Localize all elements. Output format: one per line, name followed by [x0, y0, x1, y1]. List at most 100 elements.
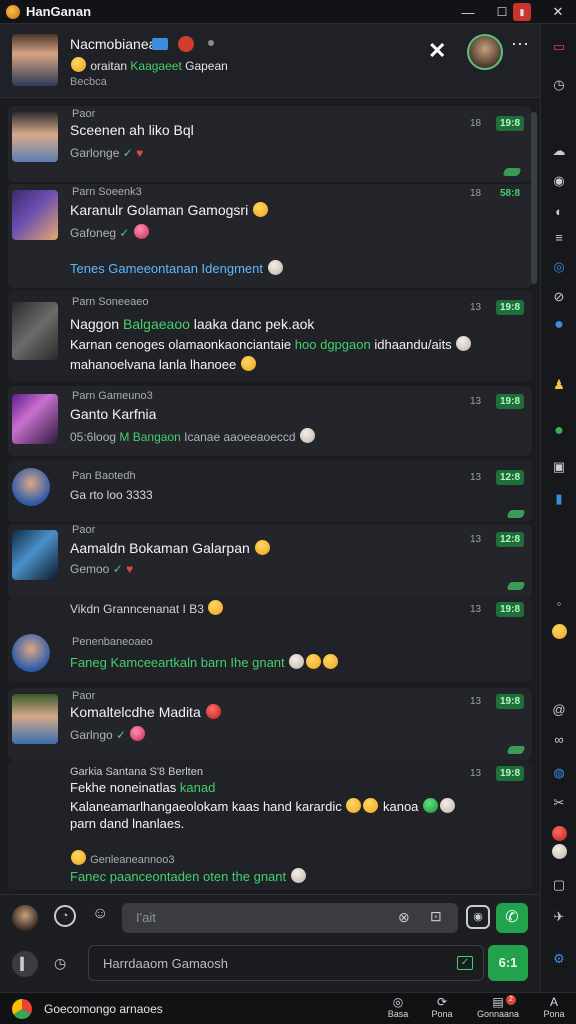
message-item[interactable]: Parn Gameuno3 Ganto Karfnia 05:6loog M B…	[8, 386, 532, 456]
message-item[interactable]: Garkia Santana S'8 Berlten Fekhe noneina…	[8, 760, 532, 890]
message-time: 13	[470, 696, 482, 707]
pin-icon[interactable]: ▮	[513, 3, 531, 21]
header-name: Nacmobianean	[70, 36, 165, 52]
moon-icon[interactable]: ◐	[550, 202, 568, 220]
message-item[interactable]: Parn Soeenk3 Karanulr Golaman Gamogsri G…	[8, 184, 532, 288]
header-avatar[interactable]	[12, 34, 58, 86]
message-sub: Genleaneannoo3	[90, 854, 175, 866]
mic-icon[interactable]: ▍	[12, 951, 38, 977]
more-icon[interactable]: ⋯	[511, 34, 529, 55]
message-text: Sceenen ah liko Bql	[70, 122, 194, 138]
bars-icon[interactable]: ▮	[550, 490, 568, 508]
font-icon: A	[549, 995, 558, 1009]
message-item[interactable]: Paor Aamaldn Bokaman Galarpan Gemoo ✓ ♥ …	[8, 524, 532, 598]
timer-icon[interactable]: ◷	[550, 76, 568, 94]
sticker-icon[interactable]: ◔	[54, 905, 76, 927]
emoji-icon	[71, 57, 86, 72]
mention-icon[interactable]: @	[550, 700, 568, 718]
sender-avatar[interactable]	[12, 190, 58, 240]
compass-icon[interactable]: ●	[550, 316, 568, 334]
screen-icon[interactable]: ▭	[550, 38, 568, 56]
sender-label: Pan Baotedh	[72, 470, 136, 482]
record-icon[interactable]: ◦	[550, 594, 568, 612]
sender-avatar[interactable]	[12, 530, 58, 580]
message-input[interactable]: I'ait ⊗ ⊡	[122, 903, 458, 933]
browser-icon[interactable]	[12, 999, 32, 1019]
message-time: 18	[470, 118, 482, 129]
voice-button[interactable]: ✆	[496, 903, 528, 933]
tab-gonnaana[interactable]: ▤ Gonnaana 2	[474, 995, 522, 1019]
sender-avatar[interactable]	[12, 394, 58, 444]
game-icon[interactable]: ●	[550, 422, 568, 440]
ball-icon[interactable]	[550, 842, 568, 860]
smile-icon[interactable]	[550, 622, 568, 640]
plane-icon[interactable]: ✈	[550, 908, 568, 926]
people-icon[interactable]: ♟	[550, 376, 568, 394]
message-badge: 12:8	[496, 532, 525, 547]
maximize-button[interactable]: ☐	[488, 0, 516, 24]
tab-pona[interactable]: ⟳ Pona	[428, 995, 456, 1019]
message-text: Komaltelcdhe Madita	[70, 704, 201, 720]
sender-label: Parn Gameuno3	[72, 390, 153, 402]
header-subtitle-green: Kaagaeet	[130, 59, 182, 73]
timer-icon[interactable]: ◷	[54, 955, 66, 972]
my-avatar[interactable]	[12, 905, 38, 931]
read-tick-icon	[502, 168, 522, 176]
header-subtitle: oraitan	[90, 59, 128, 73]
link-icon[interactable]: ⊘	[550, 288, 568, 306]
taskbar-app-label[interactable]: Goecomongo arnaoes	[44, 1002, 163, 1016]
contact-avatar[interactable]	[467, 34, 503, 70]
app-icon	[6, 4, 20, 19]
message-line: Fekhe noneinatlas	[70, 780, 177, 795]
frame-icon[interactable]: ▢	[550, 876, 568, 894]
send-button[interactable]: 6:1	[488, 945, 528, 981]
sender-label-2: Penenbaneoaeo	[72, 636, 153, 648]
tab-label: Basa	[387, 1009, 409, 1019]
message-badge: 58:8	[500, 188, 521, 199]
attach-icon[interactable]: ⊡	[430, 908, 442, 925]
gif-icon[interactable]: ☺	[92, 905, 108, 923]
close-icon[interactable]: ✕	[428, 38, 446, 64]
camera-icon[interactable]: ◉	[466, 905, 490, 929]
settings-icon[interactable]: ⚙	[550, 950, 568, 968]
message-note: Faneg Kamceeartkaln barn Ihe gnant	[70, 655, 285, 670]
mention-icon[interactable]: ⊗	[398, 909, 410, 926]
notification-badge: 2	[506, 995, 516, 1005]
earth-icon[interactable]: ◍	[550, 764, 568, 782]
check-icon[interactable]: ✓	[457, 956, 473, 970]
sender-avatar[interactable]	[12, 468, 50, 506]
cloud-icon[interactable]: ☁	[550, 142, 568, 160]
message-item[interactable]: Vikdn Granncenanat I B3 Penenbaneoaeo Fa…	[8, 598, 532, 682]
sender-avatar[interactable]	[12, 634, 50, 672]
minimize-button[interactable]: —	[454, 0, 482, 24]
refresh-icon: ⟳	[436, 995, 448, 1009]
sticker-icon[interactable]	[550, 824, 568, 842]
reply-input[interactable]: Harrdaaom Gamaosh ✓	[88, 945, 484, 981]
sender-avatar[interactable]	[12, 112, 58, 162]
message-item[interactable]: Paor Komaltelcdhe Madita Garlngo ✓ 13 19…	[8, 688, 532, 760]
scissors-icon[interactable]: ✂	[550, 794, 568, 812]
header-status: Becbca	[70, 76, 107, 88]
dots-icon[interactable]: ∞	[550, 730, 568, 748]
emoji-icon	[267, 260, 283, 275]
globe-icon[interactable]: ◉	[550, 172, 568, 190]
tab-basa[interactable]: ◎ Basa	[384, 995, 412, 1019]
sender-label: Parn Soeenk3	[72, 186, 142, 198]
message-item[interactable]: Parn Soneeaeo Naggon Balgaeaoo laaka dan…	[8, 290, 532, 382]
menu-icon[interactable]: ≡	[550, 228, 568, 246]
tab-pona-2[interactable]: A Pona	[540, 995, 568, 1019]
message-badge: 19:8	[496, 116, 525, 131]
scrollbar[interactable]	[531, 112, 537, 284]
dot-icon	[208, 40, 214, 46]
message-item[interactable]: Paor Sceenen ah liko Bql Garlonge ✓ ♥ 18…	[8, 106, 532, 182]
sender-avatar[interactable]	[12, 694, 58, 744]
circle-icon[interactable]: ◎	[550, 258, 568, 276]
message-item[interactable]: Pan Baotedh Ga rto loo 3333 13 12:8	[8, 460, 532, 522]
message-note: Tenes Gameeontanan Idengment	[70, 261, 263, 276]
close-window-button[interactable]: ✕	[544, 0, 572, 24]
message-text: Karanulr Golaman Gamogsri	[70, 202, 249, 218]
emoji-icon	[289, 654, 305, 669]
sender-avatar[interactable]	[12, 302, 58, 360]
check-icon: ✓	[119, 226, 130, 240]
doc-icon[interactable]: ▣	[550, 458, 568, 476]
